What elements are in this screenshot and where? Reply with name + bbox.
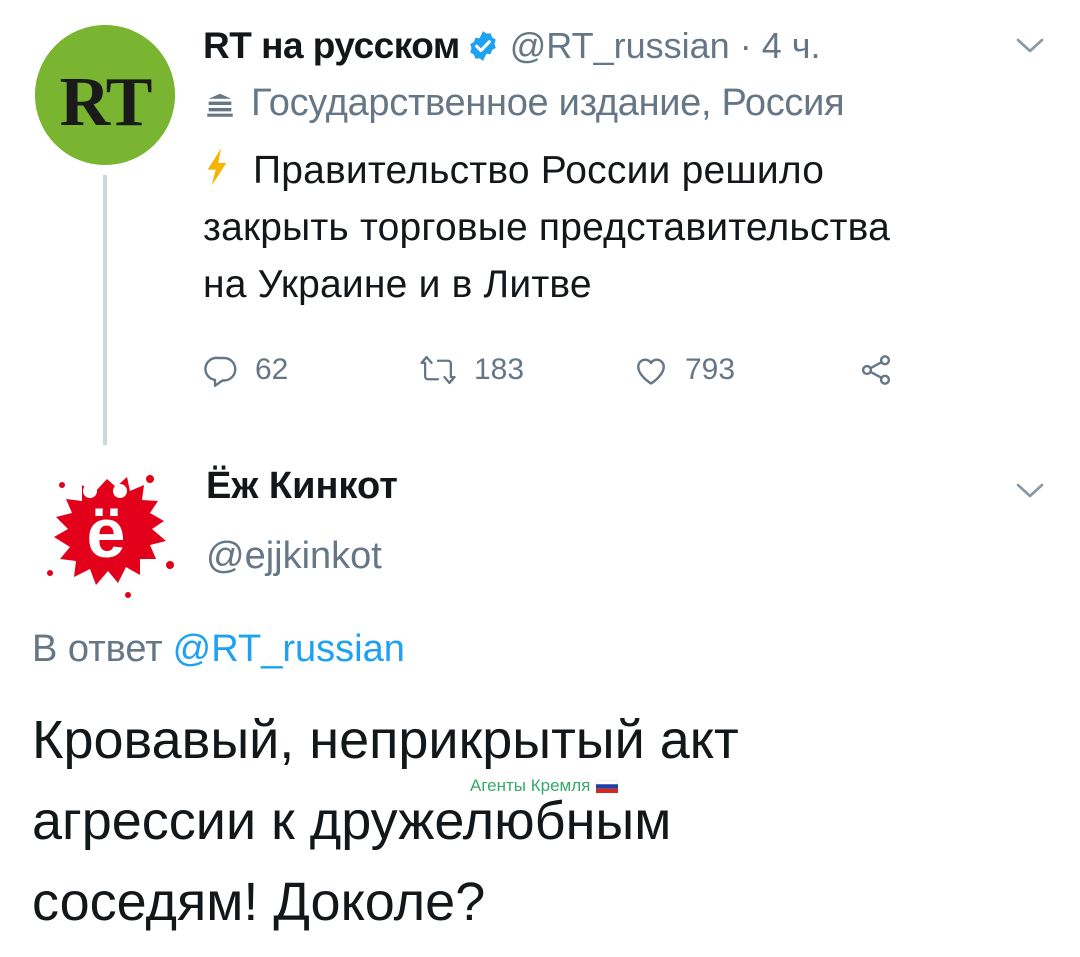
- tweet1-actions: 62 183 793: [203, 345, 923, 395]
- tweet1-text: Правительство России решило закрыть торг…: [203, 142, 1063, 313]
- tweet1-text-line: на Украине и в Литве: [203, 263, 592, 306]
- rt-logo-icon: RT: [35, 25, 175, 165]
- retweet-count: 183: [474, 353, 525, 386]
- like-count: 793: [685, 353, 736, 386]
- tweet1-handle[interactable]: @RT_russian: [510, 25, 730, 67]
- like-button[interactable]: 793: [633, 345, 735, 395]
- ezh-logo-icon: ё: [47, 475, 174, 598]
- watermark: Агенты Кремля: [470, 776, 619, 796]
- reply-button[interactable]: 62: [203, 345, 288, 395]
- government-icon: [207, 93, 233, 117]
- watermark-text: Агенты Кремля: [470, 776, 591, 795]
- reply-prefix: В ответ: [32, 628, 163, 670]
- tweet1-text-line: Правительство России решило: [253, 149, 825, 192]
- tweet1-time[interactable]: 4 ч.: [762, 25, 821, 67]
- tweet2-text: Кровавый, неприкрытый акт агрессии к дру…: [32, 700, 1052, 943]
- tweet1-separator: ·: [739, 25, 752, 66]
- government-label: Государственное издание, Россия: [203, 78, 845, 128]
- reply-context: В ответ @RT_russian: [32, 628, 405, 671]
- reply-mention-link[interactable]: @RT_russian: [173, 628, 405, 670]
- government-label-text: Государственное издание, Россия: [251, 81, 845, 124]
- share-button[interactable]: [858, 345, 894, 395]
- tweet2-text-line: Кровавый, неприкрытый акт: [32, 710, 739, 770]
- reply-count: 62: [255, 353, 289, 386]
- chevron-down-icon: [1016, 483, 1044, 498]
- chevron-down-icon: [1016, 38, 1044, 53]
- like-icon: [637, 358, 665, 385]
- retweet-button[interactable]: 183: [418, 345, 524, 395]
- tweet2-menu-button[interactable]: [1010, 475, 1050, 510]
- tweet1-author-name[interactable]: RT на русском: [203, 25, 460, 67]
- lightning-icon: [203, 146, 253, 203]
- ezh-logo-letter: ё: [87, 494, 126, 572]
- tweet1-header: RT на русском @RT_russian · 4 ч.: [203, 24, 821, 68]
- thread-line: [103, 175, 107, 445]
- tweet1-text-line: закрыть торговые представительства: [203, 206, 891, 249]
- share-icon: [861, 355, 891, 385]
- rt-logo-text: RT: [60, 64, 152, 141]
- verified-icon: [466, 29, 500, 63]
- rt-avatar[interactable]: RT: [35, 25, 175, 165]
- tweet2-author-name[interactable]: Ёж Кинкот: [206, 465, 398, 508]
- tweet2-handle[interactable]: @ejjkinkot: [206, 535, 382, 578]
- russian-flag-icon: [596, 779, 619, 793]
- tweet1-menu-button[interactable]: [1010, 30, 1050, 65]
- tweet2-text-line: соседям! Доколе?: [32, 872, 486, 932]
- retweet-icon: [420, 355, 456, 384]
- ezh-avatar[interactable]: ё: [32, 455, 182, 605]
- reply-icon: [204, 356, 237, 387]
